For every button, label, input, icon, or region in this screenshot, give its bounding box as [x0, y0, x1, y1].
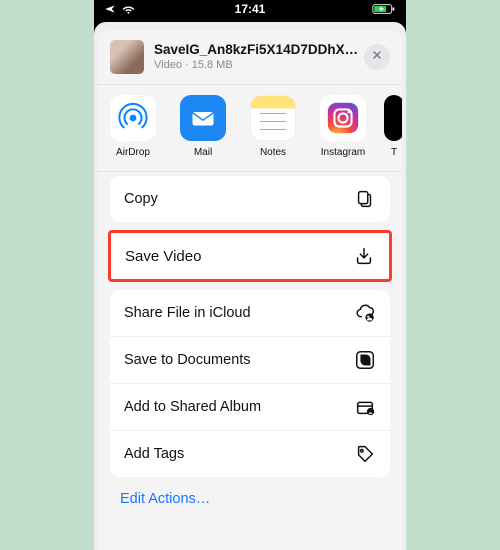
edit-actions-label: Edit Actions…	[120, 491, 210, 507]
separator	[98, 171, 402, 172]
header-text: SaveIG_An8kzFi5X14D7DDhXM... Video · 15.…	[144, 42, 364, 71]
highlight-save-video: Save Video	[108, 230, 392, 282]
action-label: Add to Shared Album	[124, 399, 261, 415]
share-target-label: AirDrop	[104, 147, 162, 159]
copy-icon	[354, 188, 376, 210]
file-subtitle: Video · 15.8 MB	[154, 59, 364, 72]
share-target-instagram[interactable]: Instagram	[314, 95, 372, 159]
airdrop-icon	[110, 95, 156, 141]
download-icon	[353, 245, 375, 267]
notes-icon	[250, 95, 296, 141]
share-target-label: Mail	[174, 147, 232, 159]
share-target-mail[interactable]: Mail	[174, 95, 232, 159]
action-label: Copy	[124, 191, 158, 207]
share-sheet: SaveIG_An8kzFi5X14D7DDhXM... Video · 15.…	[98, 30, 402, 550]
close-button[interactable]	[364, 44, 390, 70]
tag-icon	[354, 443, 376, 465]
shared-album-icon	[354, 396, 376, 418]
close-icon	[371, 48, 383, 66]
action-label: Share File in iCloud	[124, 305, 251, 321]
action-label: Save Video	[125, 248, 201, 265]
edit-actions-button[interactable]: Edit Actions…	[98, 477, 402, 521]
share-target-label: T	[384, 147, 402, 159]
thumbnail	[110, 40, 144, 74]
action-add-shared-album[interactable]: Add to Shared Album	[110, 383, 390, 430]
action-label: Add Tags	[124, 446, 184, 462]
instagram-icon	[320, 95, 366, 141]
peek-app-icon	[384, 95, 402, 141]
share-target-peek[interactable]: T	[384, 95, 402, 159]
documents-app-icon	[354, 349, 376, 371]
action-copy[interactable]: Copy	[110, 176, 390, 222]
action-save-documents[interactable]: Save to Documents	[110, 336, 390, 383]
action-add-tags[interactable]: Add Tags	[110, 430, 390, 477]
share-target-notes[interactable]: Notes	[244, 95, 302, 159]
share-targets-row[interactable]: AirDrop Mail Notes Instagram	[98, 85, 402, 171]
share-target-label: Instagram	[314, 147, 372, 159]
share-target-label: Notes	[244, 147, 302, 159]
action-save-video[interactable]: Save Video	[111, 233, 389, 279]
action-share-icloud[interactable]: Share File in iCloud	[110, 290, 390, 336]
action-list-copy: Copy	[110, 176, 390, 222]
share-target-airdrop[interactable]: AirDrop	[104, 95, 162, 159]
mail-icon	[180, 95, 226, 141]
icloud-share-icon	[354, 302, 376, 324]
file-title: SaveIG_An8kzFi5X14D7DDhXM...	[154, 42, 364, 58]
action-label: Save to Documents	[124, 352, 251, 368]
status-bar: 17:41	[94, 0, 406, 20]
phone-frame: 17:41 SaveIG_An8kzFi5X14D7DDhXM... Video…	[94, 0, 406, 550]
time: 17:41	[94, 2, 406, 16]
action-list-main: Share File in iCloud Save to Documents A…	[110, 290, 390, 477]
header: SaveIG_An8kzFi5X14D7DDhXM... Video · 15.…	[98, 30, 402, 84]
